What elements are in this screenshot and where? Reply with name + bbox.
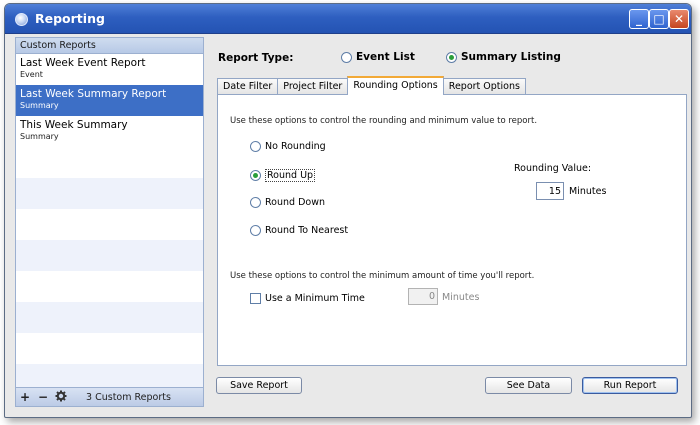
report-type-label: Report Type: (218, 52, 294, 64)
empty-row (16, 271, 203, 302)
empty-row (16, 240, 203, 271)
app-icon (15, 13, 28, 26)
round-to-nearest-option[interactable]: Round To Nearest (250, 225, 348, 236)
tab-date-filter[interactable]: Date Filter (217, 78, 279, 95)
see-data-button[interactable]: See Data (485, 377, 572, 394)
sidebar-footer: + − 3 Custom Reports (16, 387, 203, 406)
minimum-intro: Use these options to control the minimum… (230, 271, 535, 281)
report-name: This Week Summary (20, 119, 128, 131)
tab-report-options[interactable]: Report Options (442, 78, 526, 95)
round-up-label: Round Up (265, 169, 316, 182)
radio-icon[interactable] (250, 141, 261, 152)
report-count: 3 Custom Reports (86, 391, 171, 403)
round-up-option[interactable]: Round Up (250, 169, 316, 182)
report-item[interactable]: Last Week Event Report Event (16, 54, 203, 85)
maximize-button[interactable]: □ (649, 9, 669, 29)
radio-icon[interactable] (341, 51, 352, 63)
run-report-button[interactable]: Run Report (582, 377, 678, 394)
reporting-window: Reporting _ □ ✕ Custom Reports Last Week… (4, 3, 692, 418)
save-report-button[interactable]: Save Report (216, 377, 302, 394)
minimum-time-input[interactable]: 0 (408, 288, 438, 305)
rounding-options-panel: Use these options to control the roundin… (217, 94, 687, 366)
summary-listing-option[interactable]: Summary Listing (446, 51, 561, 63)
round-down-option[interactable]: Round Down (250, 197, 325, 208)
report-type: Summary (20, 132, 59, 141)
close-button[interactable]: ✕ (669, 9, 689, 29)
use-minimum-time-option[interactable]: Use a Minimum Time (250, 293, 365, 304)
report-type: Event (20, 70, 43, 79)
radio-selected-icon[interactable] (446, 51, 457, 63)
no-rounding-label: No Rounding (265, 141, 326, 152)
summary-listing-label: Summary Listing (461, 51, 561, 63)
window-title: Reporting (35, 11, 105, 26)
checkbox-icon[interactable] (250, 293, 261, 304)
report-type: Summary (20, 101, 59, 110)
empty-row (16, 209, 203, 240)
rounding-value-input[interactable]: 15 (536, 182, 564, 200)
gear-icon[interactable] (52, 390, 70, 405)
report-item[interactable]: This Week Summary Summary (16, 116, 203, 147)
radio-icon[interactable] (250, 225, 261, 236)
report-name: Last Week Event Report (20, 57, 146, 69)
add-report-button[interactable]: + (16, 390, 34, 404)
sidebar-header: Custom Reports (16, 38, 203, 54)
event-list-option[interactable]: Event List (341, 51, 415, 63)
empty-row (16, 302, 203, 333)
rounding-value-unit: Minutes (569, 186, 607, 197)
rounding-value-label: Rounding Value: (514, 163, 592, 174)
round-to-nearest-label: Round To Nearest (265, 225, 349, 236)
report-item-selected[interactable]: Last Week Summary Report Summary (16, 85, 203, 116)
minimize-button[interactable]: _ (629, 9, 649, 29)
radio-selected-icon[interactable] (250, 170, 261, 181)
no-rounding-option[interactable]: No Rounding (250, 141, 326, 152)
title-bar[interactable]: Reporting _ □ ✕ (5, 4, 691, 34)
tab-rounding-options[interactable]: Rounding Options (347, 76, 444, 95)
rounding-intro: Use these options to control the roundin… (230, 116, 538, 126)
radio-icon[interactable] (250, 197, 261, 208)
empty-row (16, 333, 203, 364)
round-down-label: Round Down (265, 197, 325, 208)
use-minimum-time-label: Use a Minimum Time (265, 293, 365, 304)
tab-bar: Date Filter Project Filter Rounding Opti… (217, 76, 526, 95)
remove-report-button[interactable]: − (34, 390, 52, 404)
tab-project-filter[interactable]: Project Filter (277, 78, 349, 95)
empty-row (16, 147, 203, 178)
report-name: Last Week Summary Report (20, 88, 167, 100)
empty-row (16, 178, 203, 209)
event-list-label: Event List (356, 51, 415, 63)
minimum-time-unit: Minutes (442, 292, 480, 303)
custom-reports-sidebar: Custom Reports Last Week Event Report Ev… (15, 37, 204, 407)
